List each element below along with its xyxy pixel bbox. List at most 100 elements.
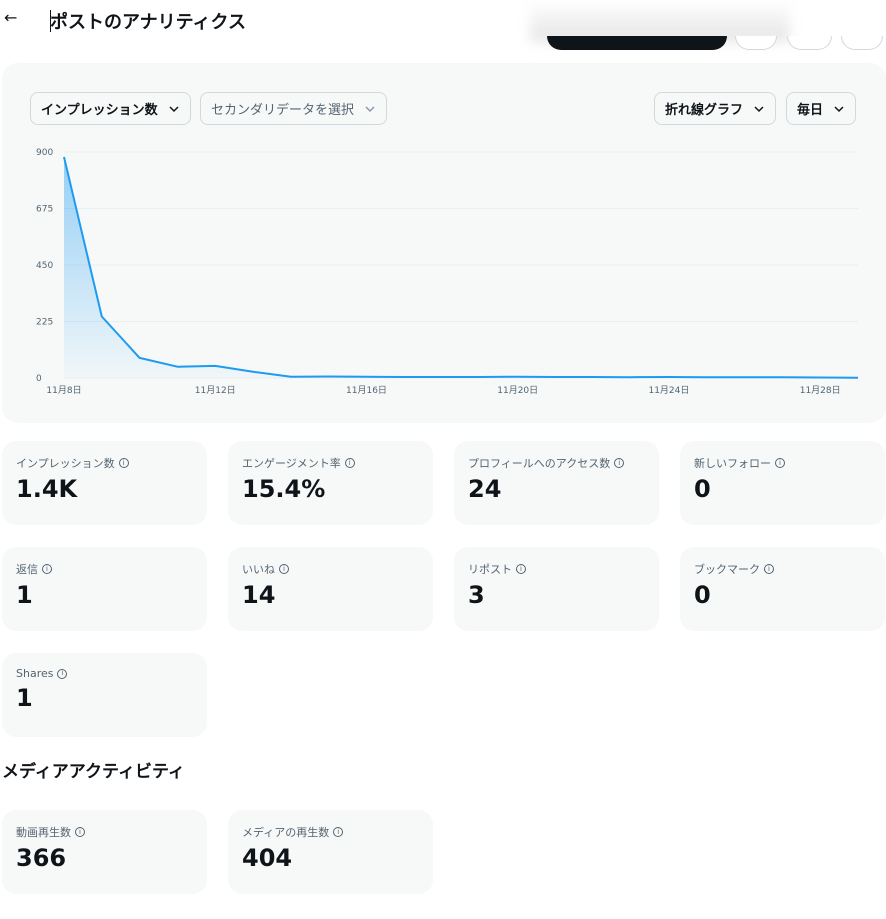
stat-label-row: メディアの再生数 i xyxy=(242,824,419,840)
data-point[interactable] xyxy=(816,373,824,381)
stat-label-row: 動画再生数 i xyxy=(16,824,193,840)
stat-label: インプレッション数 xyxy=(16,457,115,470)
stat-label: メディアの再生数 xyxy=(242,826,330,839)
header-action-button[interactable] xyxy=(841,36,883,50)
page-title: ポストのアナリティクス xyxy=(50,12,247,33)
y-tick-label: 225 xyxy=(36,318,53,328)
impressions-chart: 900 675 450 225 0 11月8日 11月12日 11月16日 11月20日 11月… xyxy=(36,148,862,396)
stat-value: 366 xyxy=(16,844,67,872)
info-icon[interactable]: i xyxy=(775,458,785,468)
stat-card: エンゲージメント率 i 15.4% xyxy=(228,441,433,525)
data-point[interactable] xyxy=(60,153,68,161)
info-icon[interactable]: i xyxy=(516,564,526,574)
stat-card: 新しいフォロー i 0 xyxy=(680,441,885,525)
data-point[interactable] xyxy=(211,362,219,370)
back-arrow-icon[interactable]: ← xyxy=(4,8,17,27)
x-tick-label: 11月28日 xyxy=(800,385,841,396)
data-point[interactable] xyxy=(400,373,408,381)
info-icon[interactable]: i xyxy=(764,564,774,574)
stat-label-row: リポスト i xyxy=(468,561,645,577)
data-point[interactable] xyxy=(325,372,333,380)
stat-card: ブックマーク i 0 xyxy=(680,547,885,631)
data-point[interactable] xyxy=(854,374,862,382)
y-tick-label: 0 xyxy=(36,374,42,384)
stat-card: インプレッション数 i 1.4K xyxy=(2,441,207,525)
stat-value: 24 xyxy=(468,475,502,503)
stat-label: エンゲージメント率 xyxy=(242,457,341,470)
header-action-button[interactable] xyxy=(787,36,832,50)
stat-label: ブックマーク xyxy=(694,563,760,576)
stat-card: プロフィールへのアクセス数 i 24 xyxy=(454,441,659,525)
data-point[interactable] xyxy=(136,354,144,362)
stat-label: 返信 xyxy=(16,563,38,576)
data-point[interactable] xyxy=(552,373,560,381)
stat-label: プロフィールへのアクセス数 xyxy=(468,457,611,470)
stat-label-row: 返信 i xyxy=(16,561,193,577)
media-stat-card: 動画再生数 i 366 xyxy=(2,810,207,894)
x-tick-label: 11月12日 xyxy=(195,385,236,396)
info-icon[interactable]: i xyxy=(614,458,625,468)
data-point[interactable] xyxy=(249,368,257,376)
y-tick-label: 450 xyxy=(36,261,53,271)
stat-label-row: 新しいフォロー i xyxy=(694,455,871,471)
series-line xyxy=(63,156,859,379)
stat-label-row: Shares i xyxy=(16,667,193,680)
stat-value: 1 xyxy=(16,581,33,609)
stat-label: Shares xyxy=(16,667,54,680)
info-icon[interactable]: i xyxy=(75,827,85,837)
info-icon[interactable]: i xyxy=(344,458,355,468)
x-tick-label: 11月20日 xyxy=(497,385,538,396)
data-point[interactable] xyxy=(362,373,370,381)
stat-label: 新しいフォロー xyxy=(694,457,771,470)
stat-label-row: エンゲージメント率 i xyxy=(242,455,419,471)
info-icon[interactable]: i xyxy=(279,564,289,574)
data-point[interactable] xyxy=(514,373,522,381)
data-point[interactable] xyxy=(665,373,673,381)
header-action-button[interactable] xyxy=(735,36,777,50)
stat-value: 0 xyxy=(694,475,711,503)
info-icon[interactable]: i xyxy=(42,564,52,574)
stat-value: 404 xyxy=(242,844,293,872)
stat-label-row: ブックマーク i xyxy=(694,561,871,577)
data-point[interactable] xyxy=(476,373,484,381)
stat-label: リポスト xyxy=(468,563,512,576)
stat-value: 14 xyxy=(242,581,276,609)
media-activity-heading: メディアアクティビティ xyxy=(2,762,185,782)
stat-label: いいね xyxy=(242,563,275,576)
stat-label-row: いいね i xyxy=(242,561,419,577)
stat-label-row: プロフィールへのアクセス数 i xyxy=(468,455,645,471)
stat-value: 1.4K xyxy=(16,475,78,503)
data-point[interactable] xyxy=(741,373,749,381)
data-point[interactable] xyxy=(589,373,597,381)
stat-value: 1 xyxy=(16,684,33,712)
page-header: ← ポストのアナリティクス xyxy=(0,0,886,50)
stat-label-row: インプレッション数 i xyxy=(16,455,193,471)
x-tick-label: 11月16日 xyxy=(346,385,387,396)
chart-card: インプレッション数 セカンダリデータを選択 折れ線グラフ 毎日 900 675 45… xyxy=(2,63,886,423)
data-point[interactable] xyxy=(627,373,635,381)
stat-card: リポスト i 3 xyxy=(454,547,659,631)
x-tick-label: 11月8日 xyxy=(46,385,81,396)
stat-value: 3 xyxy=(468,581,485,609)
media-stat-card: メディアの再生数 i 404 xyxy=(228,810,433,894)
data-point[interactable] xyxy=(703,373,711,381)
y-tick-label: 675 xyxy=(36,205,53,215)
header-primary-button[interactable] xyxy=(547,36,727,50)
data-point[interactable] xyxy=(173,363,181,371)
stat-card: 返信 i 1 xyxy=(2,547,207,631)
y-tick-label: 900 xyxy=(36,148,53,158)
stat-value: 0 xyxy=(694,581,711,609)
x-tick-label: 11月24日 xyxy=(648,385,689,396)
info-icon[interactable]: i xyxy=(333,827,344,837)
info-icon[interactable]: i xyxy=(57,668,68,679)
data-point[interactable] xyxy=(98,312,106,320)
stat-value: 15.4% xyxy=(242,475,326,503)
info-icon[interactable]: i xyxy=(118,458,129,468)
series-area xyxy=(64,157,858,378)
stat-card: いいね i 14 xyxy=(228,547,433,631)
stat-label: 動画再生数 xyxy=(16,826,71,839)
data-point[interactable] xyxy=(287,373,295,381)
data-point[interactable] xyxy=(778,373,786,381)
data-point[interactable] xyxy=(438,373,446,381)
stat-card: Shares i 1 xyxy=(2,653,207,737)
